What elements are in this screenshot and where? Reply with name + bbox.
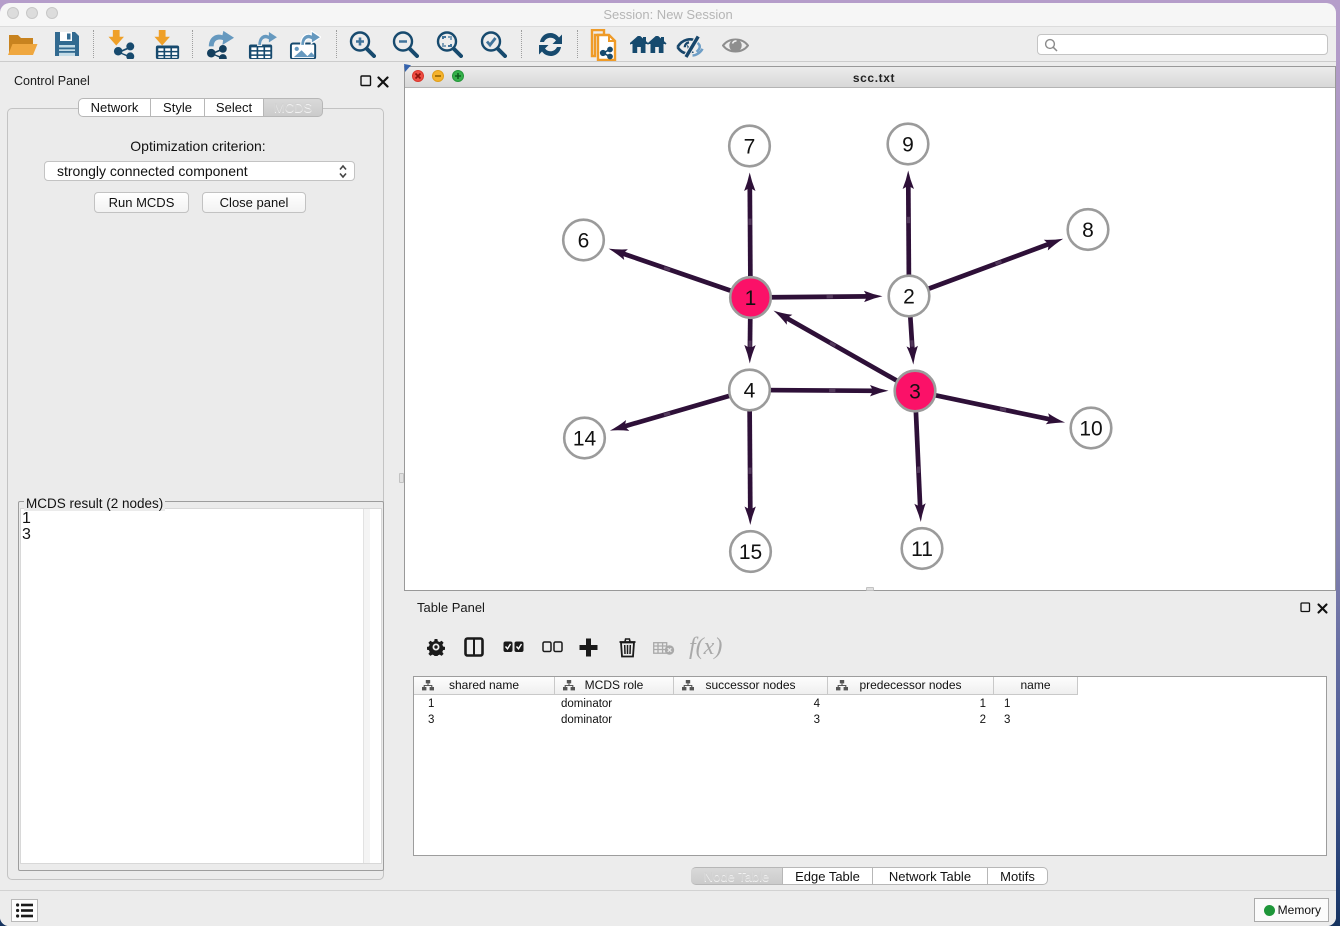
svg-text:8: 8: [1082, 219, 1094, 242]
svg-text:2: 2: [903, 286, 915, 309]
svg-text:1: 1: [745, 287, 757, 310]
svg-text:6: 6: [578, 230, 590, 253]
svg-text:3: 3: [909, 381, 921, 404]
svg-text:10: 10: [1079, 418, 1102, 441]
svg-text:7: 7: [744, 136, 756, 159]
svg-text:4: 4: [744, 380, 756, 403]
svg-text:9: 9: [902, 134, 914, 157]
svg-text:11: 11: [911, 538, 933, 561]
svg-text:14: 14: [573, 428, 597, 451]
svg-text:15: 15: [739, 541, 762, 564]
